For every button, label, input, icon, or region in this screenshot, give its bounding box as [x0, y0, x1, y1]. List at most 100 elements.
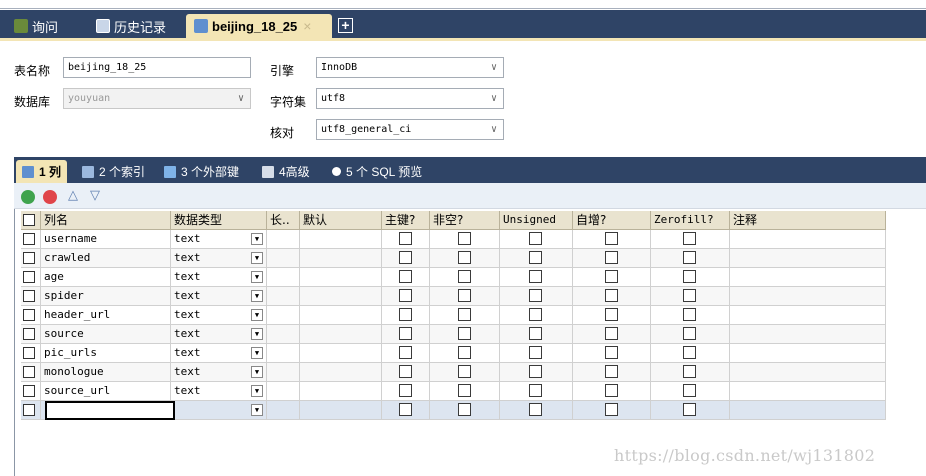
- auto-increment-cell[interactable]: [573, 382, 651, 401]
- auto-increment-cell[interactable]: [573, 325, 651, 344]
- primary-key-checkbox[interactable]: [399, 365, 412, 378]
- default-cell[interactable]: [300, 249, 382, 268]
- add-field-icon[interactable]: [21, 190, 35, 204]
- comment-cell[interactable]: [730, 363, 886, 382]
- unsigned-cell[interactable]: [500, 249, 573, 268]
- row-checkbox[interactable]: [23, 290, 35, 302]
- unsigned-checkbox[interactable]: [529, 384, 542, 397]
- row-select-cell[interactable]: [21, 382, 41, 401]
- default-cell[interactable]: [300, 306, 382, 325]
- not-null-checkbox[interactable]: [458, 365, 471, 378]
- close-icon[interactable]: ×: [303, 18, 311, 34]
- field-name-cell[interactable]: username: [41, 230, 171, 249]
- primary-key-checkbox[interactable]: [399, 270, 412, 283]
- zerofill-cell[interactable]: [651, 344, 730, 363]
- auto-increment-checkbox[interactable]: [605, 327, 618, 340]
- not-null-cell[interactable]: [430, 249, 500, 268]
- length-cell[interactable]: [267, 230, 300, 249]
- dropdown-arrow-icon[interactable]: ▼: [251, 404, 263, 416]
- field-type-cell[interactable]: text ▼: [171, 344, 267, 363]
- auto-increment-checkbox[interactable]: [605, 270, 618, 283]
- not-null-checkbox[interactable]: [458, 308, 471, 321]
- primary-key-checkbox[interactable]: [399, 251, 412, 264]
- zerofill-checkbox[interactable]: [683, 289, 696, 302]
- not-null-checkbox[interactable]: [458, 327, 471, 340]
- not-null-cell[interactable]: [430, 230, 500, 249]
- row-checkbox[interactable]: [23, 328, 35, 340]
- comment-cell[interactable]: [730, 344, 886, 363]
- auto-increment-checkbox[interactable]: [605, 232, 618, 245]
- zerofill-cell[interactable]: [651, 325, 730, 344]
- unsigned-checkbox[interactable]: [529, 308, 542, 321]
- row-checkbox[interactable]: [23, 385, 35, 397]
- unsigned-cell[interactable]: [500, 344, 573, 363]
- primary-key-checkbox[interactable]: [399, 308, 412, 321]
- primary-key-checkbox[interactable]: [399, 289, 412, 302]
- row-select-cell[interactable]: [21, 401, 41, 420]
- zerofill-checkbox[interactable]: [683, 346, 696, 359]
- zerofill-cell[interactable]: [651, 363, 730, 382]
- row-select-cell[interactable]: [21, 344, 41, 363]
- auto-increment-checkbox[interactable]: [605, 308, 618, 321]
- primary-key-cell[interactable]: [382, 287, 430, 306]
- row-select-cell[interactable]: [21, 230, 41, 249]
- zerofill-checkbox[interactable]: [683, 327, 696, 340]
- move-down-icon[interactable]: ▽: [90, 187, 100, 203]
- primary-key-cell[interactable]: [382, 344, 430, 363]
- primary-key-cell[interactable]: [382, 382, 430, 401]
- dropdown-arrow-icon[interactable]: ▼: [251, 328, 263, 340]
- default-cell[interactable]: [300, 382, 382, 401]
- dropdown-arrow-icon[interactable]: ▼: [251, 252, 263, 264]
- tab-sql-preview[interactable]: 5 个 SQL 预览: [326, 160, 428, 183]
- field-type-cell[interactable]: text ▼: [171, 325, 267, 344]
- primary-key-cell[interactable]: [382, 306, 430, 325]
- auto-increment-cell[interactable]: [573, 401, 651, 420]
- tab-query[interactable]: 询问: [6, 14, 58, 38]
- auto-increment-checkbox[interactable]: [605, 403, 618, 416]
- primary-key-cell[interactable]: [382, 249, 430, 268]
- primary-key-checkbox[interactable]: [399, 232, 412, 245]
- field-type-cell[interactable]: text ▼: [171, 363, 267, 382]
- zerofill-cell[interactable]: [651, 287, 730, 306]
- auto-increment-cell[interactable]: [573, 344, 651, 363]
- unsigned-cell[interactable]: [500, 363, 573, 382]
- field-type-cell[interactable]: text ▼: [171, 249, 267, 268]
- length-cell[interactable]: [267, 401, 300, 420]
- length-cell[interactable]: [267, 306, 300, 325]
- field-type-cell[interactable]: text ▼: [171, 230, 267, 249]
- field-name-cell[interactable]: header_url: [41, 306, 171, 325]
- not-null-checkbox[interactable]: [458, 251, 471, 264]
- zerofill-checkbox[interactable]: [683, 403, 696, 416]
- length-cell[interactable]: [267, 344, 300, 363]
- tab-columns[interactable]: 1 列: [16, 160, 68, 183]
- default-cell[interactable]: [300, 363, 382, 382]
- field-type-cell[interactable]: text ▼: [171, 268, 267, 287]
- auto-increment-cell[interactable]: [573, 230, 651, 249]
- default-cell[interactable]: [300, 268, 382, 287]
- row-select-cell[interactable]: [21, 249, 41, 268]
- auto-increment-cell[interactable]: [573, 306, 651, 325]
- dropdown-arrow-icon[interactable]: ▼: [251, 309, 263, 321]
- table-name-field[interactable]: beijing_18_25: [63, 57, 251, 78]
- dropdown-arrow-icon[interactable]: ▼: [251, 366, 263, 378]
- field-name-cell[interactable]: spider: [41, 287, 171, 306]
- primary-key-cell[interactable]: [382, 268, 430, 287]
- unsigned-checkbox[interactable]: [529, 289, 542, 302]
- row-checkbox[interactable]: [23, 252, 35, 264]
- length-cell[interactable]: [267, 382, 300, 401]
- default-cell[interactable]: [300, 230, 382, 249]
- not-null-cell[interactable]: [430, 325, 500, 344]
- row-checkbox[interactable]: [23, 271, 35, 283]
- zerofill-cell[interactable]: [651, 401, 730, 420]
- field-type-cell[interactable]: text ▼: [171, 306, 267, 325]
- default-cell[interactable]: [300, 401, 382, 420]
- unsigned-checkbox[interactable]: [529, 327, 542, 340]
- field-name-cell[interactable]: pic_urls: [41, 344, 171, 363]
- dropdown-arrow-icon[interactable]: ▼: [251, 233, 263, 245]
- field-type-cell[interactable]: text ▼: [171, 287, 267, 306]
- row-select-cell[interactable]: [21, 325, 41, 344]
- not-null-cell[interactable]: [430, 363, 500, 382]
- row-checkbox[interactable]: [23, 404, 35, 416]
- zerofill-checkbox[interactable]: [683, 251, 696, 264]
- primary-key-checkbox[interactable]: [399, 384, 412, 397]
